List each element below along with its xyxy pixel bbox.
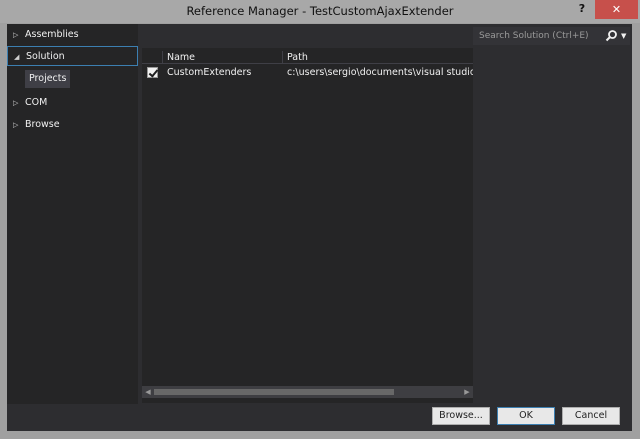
nav-item-label: COM (25, 97, 48, 108)
nav-item-label: Assemblies (25, 29, 79, 40)
horizontal-scrollbar[interactable]: ◀ ▶ (142, 386, 473, 398)
details-pane (473, 48, 630, 403)
scroll-left-icon[interactable]: ◀ (143, 386, 153, 398)
column-header-path[interactable]: Path (282, 51, 473, 64)
help-button[interactable]: ? (574, 1, 590, 17)
column-header-row: Name Path (142, 51, 473, 64)
collapse-arrow-icon[interactable]: ◢ (14, 47, 22, 67)
row-path: c:\users\sergio\documents\visual studio … (287, 67, 473, 78)
search-box[interactable]: Search Solution (Ctrl+E) ▼ (473, 27, 630, 45)
include-checkbox[interactable] (147, 67, 158, 78)
category-nav: ▷ Assemblies ◢ Solution Projects ▷ COM ▷… (7, 24, 138, 404)
reference-manager-window: Reference Manager - TestCustomAjaxExtend… (0, 0, 640, 439)
browse-button[interactable]: Browse... (432, 407, 490, 425)
nav-item-assemblies[interactable]: ▷ Assemblies (7, 25, 138, 45)
column-header-name[interactable]: Name (162, 51, 282, 64)
nav-item-browse[interactable]: ▷ Browse (7, 115, 138, 135)
ok-button[interactable]: OK (497, 407, 555, 425)
dialog-body: ▷ Assemblies ◢ Solution Projects ▷ COM ▷… (7, 24, 632, 431)
window-title: Reference Manager - TestCustomAjaxExtend… (186, 4, 454, 18)
nav-item-label: Solution (26, 51, 65, 62)
table-row[interactable]: CustomExtenders c:\users\sergio\document… (142, 65, 473, 80)
chevron-down-icon[interactable]: ▼ (621, 27, 626, 45)
nav-item-projects[interactable]: Projects (25, 70, 71, 88)
cancel-button[interactable]: Cancel (562, 407, 620, 425)
expand-arrow-icon[interactable]: ▷ (13, 25, 21, 45)
reference-list: Name Path CustomExtenders c:\users\sergi… (142, 48, 473, 403)
row-name: CustomExtenders (167, 67, 252, 78)
expand-arrow-icon[interactable]: ▷ (13, 115, 21, 135)
nav-item-label: Browse (25, 119, 60, 130)
search-input[interactable]: Search Solution (Ctrl+E) (479, 27, 589, 45)
expand-arrow-icon[interactable]: ▷ (13, 93, 21, 113)
close-button[interactable]: ✕ (595, 0, 638, 19)
nav-item-com[interactable]: ▷ COM (7, 93, 138, 113)
title-bar[interactable]: Reference Manager - TestCustomAjaxExtend… (0, 0, 640, 23)
nav-item-solution[interactable]: ◢ Solution (7, 46, 138, 66)
scroll-right-icon[interactable]: ▶ (462, 386, 472, 398)
search-icon[interactable] (603, 28, 619, 44)
scrollbar-thumb[interactable] (154, 389, 394, 395)
